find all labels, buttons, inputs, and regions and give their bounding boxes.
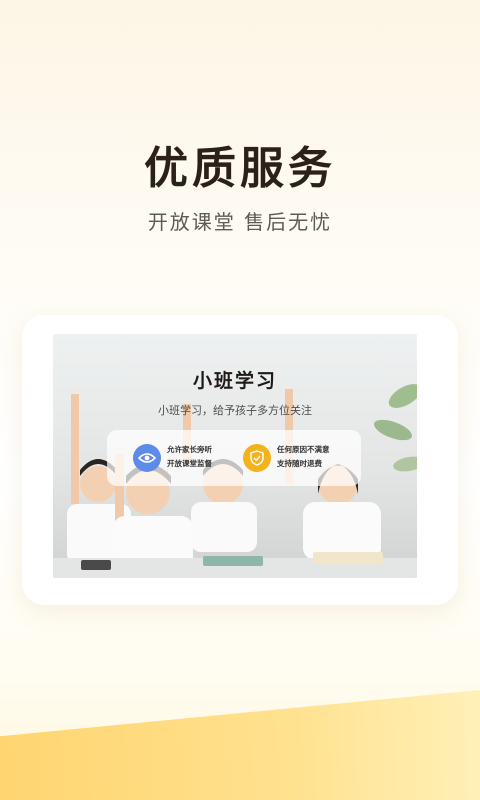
bottom-decoration (0, 690, 480, 800)
eye-icon (133, 444, 161, 472)
classroom-photo: 小班学习 小班学习，给予孩子多方位关注 允许家长旁听 开放课堂监督 任何原因不满… (53, 334, 417, 578)
feature-line: 支持随时退费 (277, 459, 322, 468)
feature-line: 开放课堂监督 (167, 459, 212, 468)
feature-line: 任何原因不满意 (277, 445, 330, 454)
feature-card: 小班学习 小班学习，给予孩子多方位关注 允许家长旁听 开放课堂监督 任何原因不满… (22, 315, 458, 605)
feature-line: 允许家长旁听 (167, 445, 212, 454)
page-title: 优质服务 (144, 143, 336, 194)
feature-item-refund: 任何原因不满意 支持随时退费 (277, 443, 330, 471)
feature-item-parent-audit: 允许家长旁听 开放课堂监督 (167, 443, 212, 471)
shield-check-icon (243, 444, 271, 472)
card-title: 小班学习 (192, 370, 277, 392)
card-subtitle: 小班学习，给予孩子多方位关注 (158, 404, 312, 417)
feature-list: 允许家长旁听 开放课堂监督 任何原因不满意 支持随时退费 (107, 430, 361, 486)
page-subtitle: 开放课堂 售后无忧 (147, 210, 333, 234)
